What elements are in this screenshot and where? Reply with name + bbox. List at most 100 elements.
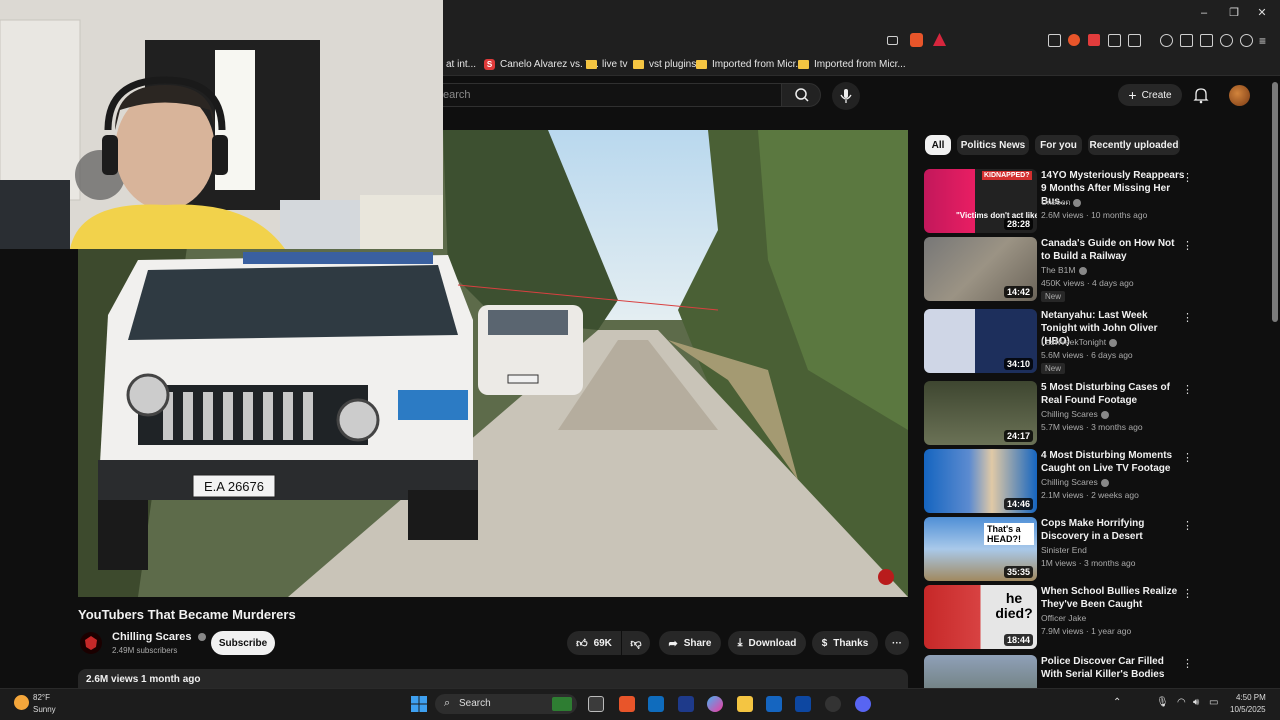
task-view-icon[interactable] bbox=[588, 696, 604, 712]
channel-avatar[interactable] bbox=[80, 632, 102, 654]
discord-icon[interactable] bbox=[855, 696, 871, 712]
download-button[interactable]: ⤓ Download bbox=[728, 631, 806, 655]
recommendation-channel[interactable]: LastWeekTonight bbox=[1041, 337, 1118, 347]
recommendation-channel[interactable]: Unseen bbox=[1041, 197, 1082, 207]
video-thumbnail[interactable]: 24:17 bbox=[924, 381, 1037, 445]
copilot-icon[interactable] bbox=[707, 696, 723, 712]
bookmark-item[interactable]: at int... bbox=[446, 56, 476, 72]
like-button[interactable]: 👍︎ 69K bbox=[567, 631, 621, 655]
chip-recently-uploaded[interactable]: Recently uploaded bbox=[1088, 135, 1180, 155]
extension-icon[interactable] bbox=[1048, 34, 1061, 47]
recommendation-title[interactable]: Canada's Guide on How Not to Build a Rai… bbox=[1041, 237, 1186, 263]
recommendation-channel[interactable]: Officer Jake bbox=[1041, 613, 1086, 623]
close-button[interactable]: ✕ bbox=[1257, 8, 1267, 19]
dislike-button[interactable]: 👎︎ bbox=[622, 631, 650, 655]
recommendation-item[interactable]: That's a HEAD?! 35:35 Cops Make Horrifyi… bbox=[924, 517, 1194, 581]
vpn-icon[interactable] bbox=[1240, 34, 1253, 47]
thanks-button[interactable]: $ Thanks bbox=[812, 631, 878, 655]
video-thumbnail[interactable]: 14:42 bbox=[924, 237, 1037, 301]
bookmark-folder[interactable]: Imported from Micr... bbox=[798, 56, 906, 72]
notifications-button[interactable] bbox=[1193, 87, 1209, 109]
recommendation-item[interactable]: 34:10 Netanyahu: Last Week Tonight with … bbox=[924, 309, 1194, 374]
volume-icon[interactable]: 🔊︎ bbox=[1193, 697, 1199, 708]
voice-search-button[interactable] bbox=[832, 82, 860, 110]
recommendation-item[interactable]: 14:46 4 Most Disturbing Moments Caught o… bbox=[924, 449, 1194, 513]
chip-all[interactable]: All bbox=[925, 135, 951, 155]
more-actions-button[interactable]: ··· bbox=[885, 631, 909, 655]
video-thumbnail[interactable] bbox=[924, 655, 1037, 688]
wallet-icon[interactable] bbox=[1200, 34, 1213, 47]
app-l-icon[interactable] bbox=[678, 696, 694, 712]
account-avatar[interactable] bbox=[1229, 85, 1250, 106]
weather-temperature[interactable]: 82°F bbox=[33, 693, 50, 702]
bookmark-folder[interactable]: vst plugins bbox=[633, 56, 696, 72]
video-thumbnail[interactable]: 34:10 bbox=[924, 309, 1037, 373]
ext-box-icon[interactable] bbox=[1128, 34, 1141, 47]
recommendation-title[interactable]: 4 Most Disturbing Moments Caught on Live… bbox=[1041, 449, 1186, 475]
video-thumbnail[interactable]: 14:46 bbox=[924, 449, 1037, 513]
media-icon[interactable] bbox=[1160, 34, 1173, 47]
recommendation-channel[interactable]: Sinister End bbox=[1041, 545, 1087, 555]
recommendation-item[interactable]: Police Discover Car Filled With Serial K… bbox=[924, 655, 1194, 688]
more-options-icon[interactable]: ⋮ bbox=[1182, 657, 1193, 670]
bookmark-item[interactable]: S Canelo Alvarez vs. T... bbox=[484, 56, 599, 72]
recommendation-item[interactable]: 14:42 Canada's Guide on How Not to Build… bbox=[924, 237, 1194, 302]
more-options-icon[interactable]: ⋮ bbox=[1182, 519, 1193, 532]
outlook-icon[interactable] bbox=[648, 696, 664, 712]
restore-button[interactable]: ❐ bbox=[1229, 8, 1239, 19]
page-scrollbar[interactable] bbox=[1272, 82, 1278, 322]
recommendation-title[interactable]: When School Bullies Realize They've Been… bbox=[1041, 585, 1186, 611]
search-button[interactable] bbox=[781, 83, 821, 107]
video-thumbnail[interactable]: That's a HEAD?! 35:35 bbox=[924, 517, 1037, 581]
more-options-icon[interactable]: ⋮ bbox=[1182, 587, 1193, 600]
file-explorer-icon[interactable] bbox=[737, 696, 753, 712]
menu-icon[interactable]: ≡ bbox=[1259, 34, 1266, 48]
search-input[interactable]: earch bbox=[430, 83, 781, 107]
clock-time[interactable]: 4:50 PM bbox=[1236, 693, 1266, 702]
more-options-icon[interactable]: ⋮ bbox=[1182, 239, 1193, 252]
ext-orange-icon[interactable] bbox=[1068, 34, 1080, 46]
start-button[interactable] bbox=[411, 696, 427, 712]
recommendation-item[interactable]: KIDNAPPED? "Victims don't act like t 28:… bbox=[924, 169, 1194, 233]
recommendation-title[interactable]: Cops Make Horrifying Discovery in a Dese… bbox=[1041, 517, 1186, 543]
puzzle-icon[interactable] bbox=[1108, 34, 1121, 47]
minimize-button[interactable]: – bbox=[1199, 8, 1209, 19]
battery-icon[interactable]: ▭ bbox=[1209, 697, 1218, 708]
bookmark-folder[interactable]: Imported from Micr... bbox=[696, 56, 804, 72]
create-button[interactable]: + Create bbox=[1118, 84, 1182, 106]
sidebar-icon[interactable] bbox=[1180, 34, 1193, 47]
chip-for-you[interactable]: For you bbox=[1035, 135, 1082, 155]
recommendation-channel[interactable]: Chilling Scares bbox=[1041, 409, 1109, 419]
screen-cast-icon[interactable] bbox=[887, 36, 898, 45]
leo-icon[interactable] bbox=[1220, 34, 1233, 47]
weather-sun-icon[interactable] bbox=[14, 695, 29, 710]
ext-red-icon[interactable] bbox=[1088, 34, 1100, 46]
recommendation-channel[interactable]: The B1M bbox=[1041, 265, 1087, 275]
app-monitor-icon[interactable] bbox=[795, 696, 811, 712]
tray-chevron-icon[interactable]: ⌃ bbox=[1113, 697, 1121, 708]
bookmark-folder[interactable]: live tv bbox=[586, 56, 628, 72]
store-icon[interactable] bbox=[766, 696, 782, 712]
video-thumbnail[interactable]: KIDNAPPED? "Victims don't act like t 28:… bbox=[924, 169, 1037, 233]
recommendation-channel[interactable]: Chilling Scares bbox=[1041, 477, 1109, 487]
more-options-icon[interactable]: ⋮ bbox=[1182, 383, 1193, 396]
more-options-icon[interactable]: ⋮ bbox=[1182, 171, 1193, 184]
share-button[interactable]: ➦ Share bbox=[659, 631, 721, 655]
clock-date[interactable]: 10/5/2025 bbox=[1230, 705, 1266, 714]
brave-shield-icon[interactable] bbox=[910, 33, 923, 47]
video-thumbnail[interactable]: he died? 18:44 bbox=[924, 585, 1037, 649]
more-options-icon[interactable]: ⋮ bbox=[1182, 451, 1193, 464]
chip-politics-news[interactable]: Politics News bbox=[957, 135, 1029, 155]
subscribe-button[interactable]: Subscribe bbox=[211, 631, 275, 655]
recommendation-item[interactable]: 24:17 5 Most Disturbing Cases of Real Fo… bbox=[924, 381, 1194, 445]
weather-description[interactable]: Sunny bbox=[33, 705, 56, 714]
recommendation-item[interactable]: he died? 18:44 When School Bullies Reali… bbox=[924, 585, 1194, 649]
app-circle-icon[interactable] bbox=[825, 696, 841, 712]
recommendation-title[interactable]: 5 Most Disturbing Cases of Real Found Fo… bbox=[1041, 381, 1186, 407]
more-options-icon[interactable]: ⋮ bbox=[1182, 311, 1193, 324]
recommendation-title[interactable]: Police Discover Car Filled With Serial K… bbox=[1041, 655, 1186, 681]
channel-name[interactable]: Chilling Scares bbox=[112, 631, 206, 643]
wifi-icon[interactable]: ◠ bbox=[1177, 697, 1186, 708]
microphone-tray-icon[interactable]: 🎙︎ bbox=[1156, 697, 1169, 708]
brave-browser-icon[interactable] bbox=[619, 696, 635, 712]
